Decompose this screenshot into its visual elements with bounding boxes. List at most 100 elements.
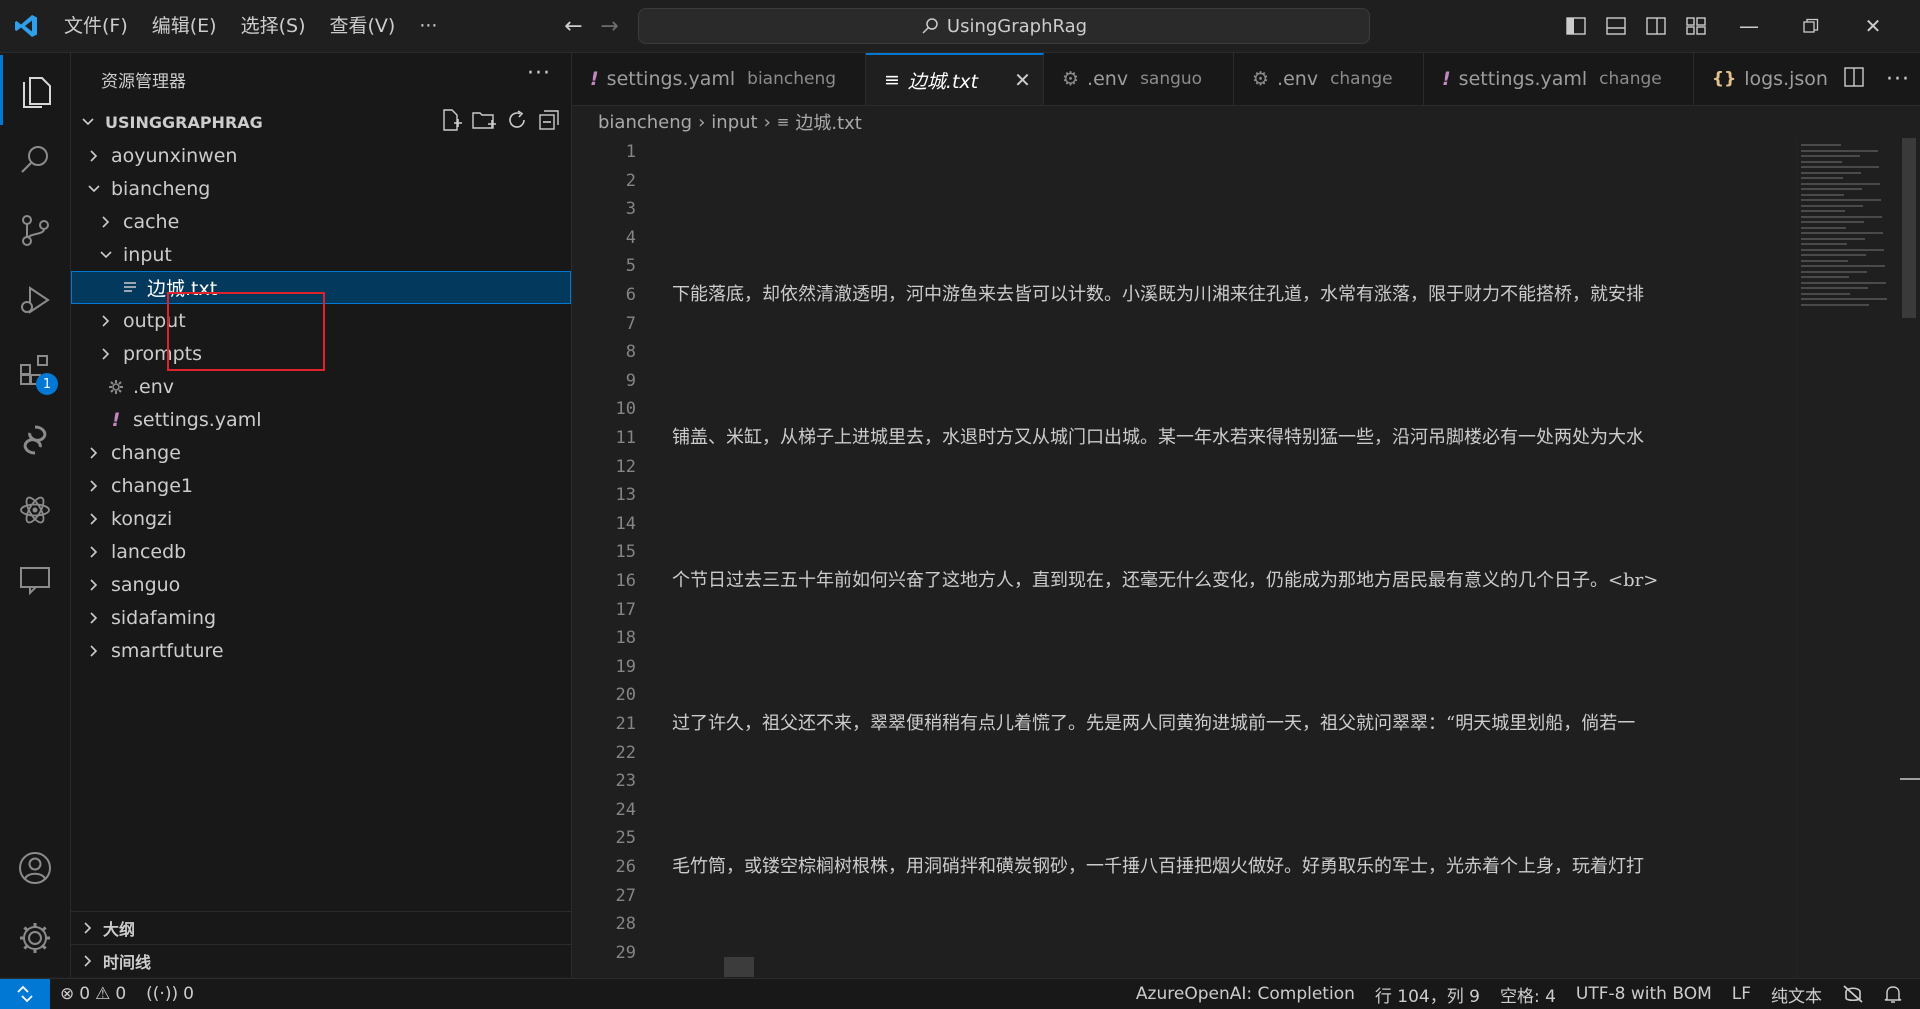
- editor-line[interactable]: 27: [572, 882, 1792, 910]
- split-editor-icon[interactable]: [1844, 66, 1864, 92]
- tab-env-sanguo[interactable]: ⚙ .env sanguo: [1044, 53, 1234, 105]
- toggle-secondary-sidebar-icon[interactable]: [1636, 0, 1676, 52]
- line-text[interactable]: 铺盖、米缸，从梯子上进城里去，水退时方又从城门口出城。某一年水若来得特别猛一些，…: [672, 424, 1790, 452]
- editor-line[interactable]: 26 毛竹筒，或镂空棕榈树根株，用洞硝拌和磺炭钢砂，一千捶八百捶把烟火做好。好勇取…: [572, 853, 1792, 881]
- line-text[interactable]: 过了许久，祖父还不来，翠翠便稍稍有点儿着慌了。先是两人同黄狗进城前一天，祖父就问…: [672, 710, 1790, 738]
- editor-line[interactable]: 13: [572, 481, 1792, 509]
- horizontal-scrollbar-thumb[interactable]: [724, 957, 754, 977]
- tab-biancheng-txt[interactable]: ≡ 边城.txt ✕: [866, 53, 1044, 105]
- tab-settings-yaml-change[interactable]: ! settings.yaml change: [1424, 53, 1694, 105]
- timeline-section-header[interactable]: 时间线: [71, 944, 571, 977]
- menu-selection[interactable]: 选择(S): [229, 0, 318, 52]
- scrollbar-thumb[interactable]: [1902, 138, 1916, 318]
- menu-file[interactable]: 文件(F): [52, 0, 140, 52]
- react-atom-icon[interactable]: [0, 475, 70, 545]
- swirl-extension-icon[interactable]: [0, 405, 70, 475]
- minimap[interactable]: [1796, 138, 1901, 977]
- completion-status[interactable]: AzureOpenAI: Completion: [1126, 984, 1365, 1004]
- ports-indicator[interactable]: ((·)) 0: [136, 984, 204, 1004]
- copilot-disabled-icon[interactable]: [1832, 984, 1874, 1004]
- notifications-bell-icon[interactable]: [1874, 984, 1912, 1004]
- source-control-icon[interactable]: [0, 195, 70, 265]
- command-center-search[interactable]: UsingGraphRag: [638, 8, 1370, 44]
- editor-more-actions-icon[interactable]: ···: [1886, 67, 1910, 92]
- editor-line[interactable]: 7: [572, 310, 1792, 338]
- toggle-primary-sidebar-icon[interactable]: [1556, 0, 1596, 52]
- editor-line[interactable]: 28: [572, 910, 1792, 938]
- tree-file-settings-yaml[interactable]: ! settings.yaml: [71, 403, 571, 436]
- extensions-icon[interactable]: 1: [0, 335, 70, 405]
- editor-line[interactable]: 5: [572, 252, 1792, 280]
- tab-logs-json[interactable]: {} logs.json: [1694, 53, 1854, 105]
- editor-line[interactable]: 25: [572, 824, 1792, 852]
- editor-line[interactable]: 23: [572, 767, 1792, 795]
- line-text[interactable]: 下能落底，却依然清澈透明，河中游鱼来去皆可以计数。小溪既为川湘来往孔道，水常有涨…: [672, 281, 1790, 309]
- editor-line[interactable]: 15: [572, 538, 1792, 566]
- editor-line[interactable]: 11 铺盖、米缸，从梯子上进城里去，水退时方又从城门口出城。某一年水若来得特别猛一…: [572, 424, 1792, 452]
- menu-edit[interactable]: 编辑(E): [140, 0, 229, 52]
- breadcrumb-item[interactable]: 边城.txt: [795, 109, 862, 135]
- editor-line[interactable]: 10: [572, 395, 1792, 423]
- language-mode[interactable]: 纯文本: [1761, 982, 1832, 1007]
- tree-folder-smartfuture[interactable]: smartfuture: [71, 634, 571, 667]
- editor-line[interactable]: 19: [572, 653, 1792, 681]
- editor-line[interactable]: 16 个节日过去三五十年前如何兴奋了这地方人，直到现在，还毫无什么变化，仍能成为那…: [572, 567, 1792, 595]
- editor-line[interactable]: 18: [572, 624, 1792, 652]
- line-text[interactable]: 毛竹筒，或镂空棕榈树根株，用洞硝拌和磺炭钢砂，一千捶八百捶把烟火做好。好勇取乐的…: [672, 853, 1790, 881]
- tab-env-change[interactable]: ⚙ .env change: [1234, 53, 1424, 105]
- tree-folder-cache[interactable]: cache: [71, 205, 571, 238]
- sidebar-more-icon[interactable]: ···: [527, 61, 551, 86]
- remote-explorer-icon[interactable]: [0, 545, 70, 615]
- workspace-folder-header[interactable]: USINGGRAPHRAG: [71, 107, 571, 137]
- breadcrumb-item[interactable]: biancheng: [598, 112, 692, 133]
- cursor-position[interactable]: 行 104，列 9: [1365, 982, 1490, 1007]
- close-window-icon[interactable]: ✕: [1842, 0, 1904, 52]
- breadcrumb-item[interactable]: input: [711, 112, 757, 133]
- editor-line[interactable]: 21 过了许久，祖父还不来，翠翠便稍稍有点儿着慌了。先是两人同黄狗进城前一天，祖父…: [572, 710, 1792, 738]
- tree-folder-kongzi[interactable]: kongzi: [71, 502, 571, 535]
- close-tab-icon[interactable]: ✕: [1014, 68, 1031, 92]
- tree-folder-input[interactable]: input: [71, 238, 571, 271]
- encoding[interactable]: UTF-8 with BOM: [1566, 984, 1722, 1004]
- search-view-icon[interactable]: [0, 125, 70, 195]
- editor-line[interactable]: 12: [572, 453, 1792, 481]
- refresh-icon[interactable]: [505, 108, 529, 137]
- editor-line[interactable]: 20: [572, 681, 1792, 709]
- problems-indicator[interactable]: ⊗ 0 ⚠ 0: [50, 984, 136, 1004]
- new-file-icon[interactable]: [439, 108, 463, 137]
- run-debug-icon[interactable]: [0, 265, 70, 335]
- tab-settings-yaml-biancheng[interactable]: ! settings.yaml biancheng: [572, 53, 866, 105]
- menu-view[interactable]: 查看(V): [318, 0, 408, 52]
- editor-line[interactable]: 2: [572, 167, 1792, 195]
- manage-gear-icon[interactable]: [0, 903, 70, 973]
- tree-folder-change1[interactable]: change1: [71, 469, 571, 502]
- editor-line[interactable]: 1: [572, 138, 1792, 166]
- tree-folder-aoyunxinwen[interactable]: aoyunxinwen: [71, 139, 571, 172]
- editor-line[interactable]: 24: [572, 796, 1792, 824]
- tree-folder-biancheng[interactable]: biancheng: [71, 172, 571, 205]
- remote-indicator-icon[interactable]: [0, 979, 50, 1009]
- editor-line[interactable]: 29: [572, 939, 1792, 967]
- new-folder-icon[interactable]: [471, 108, 497, 137]
- tree-folder-change[interactable]: change: [71, 436, 571, 469]
- editor-line[interactable]: 22: [572, 739, 1792, 767]
- vertical-scrollbar[interactable]: [1900, 138, 1920, 977]
- minimize-icon[interactable]: —: [1718, 0, 1780, 52]
- outline-section-header[interactable]: 大纲: [71, 911, 571, 944]
- tree-folder-lancedb[interactable]: lancedb: [71, 535, 571, 568]
- editor-line[interactable]: 3: [572, 195, 1792, 223]
- restore-icon[interactable]: [1780, 0, 1842, 52]
- editor-line[interactable]: 6 下能落底，却依然清澈透明，河中游鱼来去皆可以计数。小溪既为川湘来往孔道，水常有…: [572, 281, 1792, 309]
- text-editor[interactable]: 1 2 3 4 5 6 下能落底，却依然清澈透明，河中游鱼来去皆可以计数。小溪既为川湘来往孔…: [572, 138, 1920, 977]
- customize-layout-icon[interactable]: [1676, 0, 1716, 52]
- editor-line[interactable]: 9: [572, 367, 1792, 395]
- indentation[interactable]: 空格: 4: [1490, 982, 1566, 1007]
- back-arrow-icon[interactable]: ←: [555, 14, 591, 39]
- editor-line[interactable]: 4: [572, 224, 1792, 252]
- line-text[interactable]: 个节日过去三五十年前如何兴奋了这地方人，直到现在，还毫无什么变化，仍能成为那地方…: [672, 567, 1790, 595]
- toggle-panel-icon[interactable]: [1596, 0, 1636, 52]
- tree-file-env[interactable]: .env: [71, 370, 571, 403]
- forward-arrow-icon[interactable]: →: [591, 14, 627, 39]
- accounts-icon[interactable]: [0, 833, 70, 903]
- editor-line[interactable]: 17: [572, 596, 1792, 624]
